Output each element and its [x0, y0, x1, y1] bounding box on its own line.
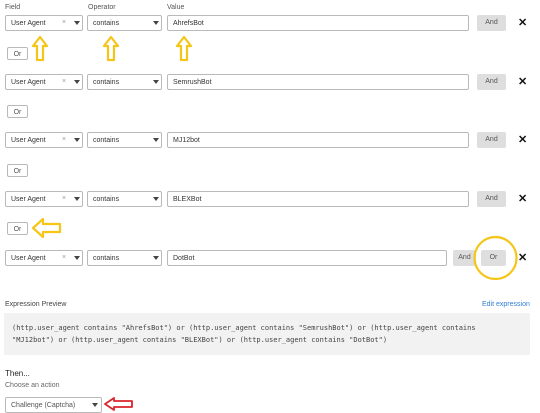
- clear-x-icon[interactable]: ×: [62, 136, 66, 143]
- operator-select[interactable]: contains: [87, 15, 162, 31]
- chevron-down-icon: [153, 197, 159, 201]
- operator-select-value: contains: [93, 255, 120, 262]
- value-text: SemrushBot: [173, 79, 212, 86]
- action-select[interactable]: Challenge (Captcha): [5, 397, 102, 413]
- chevron-down-icon: [153, 256, 159, 260]
- or-button[interactable]: Or: [7, 47, 28, 60]
- field-select-value: User Agent: [11, 20, 46, 27]
- field-select-value: User Agent: [11, 137, 46, 144]
- action-select-value: Challenge (Captcha): [11, 402, 76, 409]
- value-text: BLEXBot: [173, 196, 202, 203]
- chevron-down-icon: [153, 138, 159, 142]
- field-header: Field: [5, 4, 21, 11]
- chevron-down-icon: [153, 80, 159, 84]
- operator-select-value: contains: [93, 20, 120, 27]
- operator-select[interactable]: contains: [87, 132, 162, 148]
- and-button[interactable]: And: [477, 191, 506, 207]
- chevron-down-icon: [74, 256, 80, 260]
- or-button[interactable]: Or: [7, 164, 28, 177]
- expression-line: "MJ12bot") or (http.user_agent contains …: [12, 336, 388, 344]
- value-input[interactable]: BLEXBot: [167, 191, 469, 207]
- expression-line: (http.user_agent contains "AhrefsBot") o…: [12, 324, 476, 332]
- value-text: MJ12bot: [173, 137, 200, 144]
- clear-x-icon[interactable]: ×: [62, 254, 66, 261]
- field-select[interactable]: User Agent ×: [5, 132, 83, 148]
- operator-select[interactable]: contains: [87, 191, 162, 207]
- chevron-down-icon: [74, 21, 80, 25]
- chevron-down-icon: [74, 197, 80, 201]
- expression-preview-label: Expression Preview: [5, 301, 67, 308]
- operator-select[interactable]: contains: [87, 250, 162, 266]
- value-input[interactable]: MJ12bot: [167, 132, 469, 148]
- close-icon[interactable]: ✕: [518, 193, 527, 205]
- edit-expression-link[interactable]: Edit expression: [482, 301, 530, 308]
- value-text: DotBot: [173, 255, 195, 262]
- close-icon[interactable]: ✕: [518, 17, 527, 29]
- up-arrow-annotation: [102, 35, 120, 62]
- close-icon[interactable]: ✕: [518, 76, 527, 88]
- field-select[interactable]: User Agent ×: [5, 250, 83, 266]
- then-heading: Then...: [5, 369, 30, 378]
- and-button[interactable]: And: [477, 74, 506, 90]
- or-button[interactable]: Or: [7, 105, 28, 118]
- value-input[interactable]: DotBot: [167, 250, 447, 266]
- chevron-down-icon: [74, 80, 80, 84]
- up-arrow-annotation: [31, 35, 49, 62]
- field-select[interactable]: User Agent ×: [5, 74, 83, 90]
- value-text: AhrefsBot: [173, 20, 204, 27]
- up-arrow-annotation: [175, 35, 193, 62]
- chevron-down-icon: [153, 21, 159, 25]
- operator-select-value: contains: [93, 196, 120, 203]
- field-select-value: User Agent: [11, 196, 46, 203]
- operator-select-value: contains: [93, 79, 120, 86]
- chevron-down-icon: [92, 403, 98, 407]
- and-button[interactable]: And: [477, 15, 506, 31]
- choose-action-label: Choose an action: [5, 382, 60, 389]
- and-button[interactable]: And: [477, 132, 506, 148]
- clear-x-icon[interactable]: ×: [62, 19, 66, 26]
- value-header: Value: [167, 4, 185, 11]
- value-input[interactable]: AhrefsBot: [167, 15, 469, 31]
- field-select[interactable]: User Agent ×: [5, 15, 83, 31]
- field-select-value: User Agent: [11, 79, 46, 86]
- highlight-circle-annotation: [473, 235, 518, 281]
- field-select-value: User Agent: [11, 255, 46, 262]
- chevron-down-icon: [74, 138, 80, 142]
- close-icon[interactable]: ✕: [518, 134, 527, 146]
- operator-header: Operator: [88, 4, 116, 11]
- clear-x-icon[interactable]: ×: [62, 78, 66, 85]
- expression-preview-box: (http.user_agent contains "AhrefsBot") o…: [4, 313, 530, 355]
- clear-x-icon[interactable]: ×: [62, 195, 66, 202]
- operator-select[interactable]: contains: [87, 74, 162, 90]
- value-input[interactable]: SemrushBot: [167, 74, 469, 90]
- left-arrow-annotation: [31, 217, 62, 239]
- field-select[interactable]: User Agent ×: [5, 191, 83, 207]
- left-arrow-annotation-red: [104, 397, 133, 411]
- or-button[interactable]: Or: [7, 222, 28, 235]
- operator-select-value: contains: [93, 137, 120, 144]
